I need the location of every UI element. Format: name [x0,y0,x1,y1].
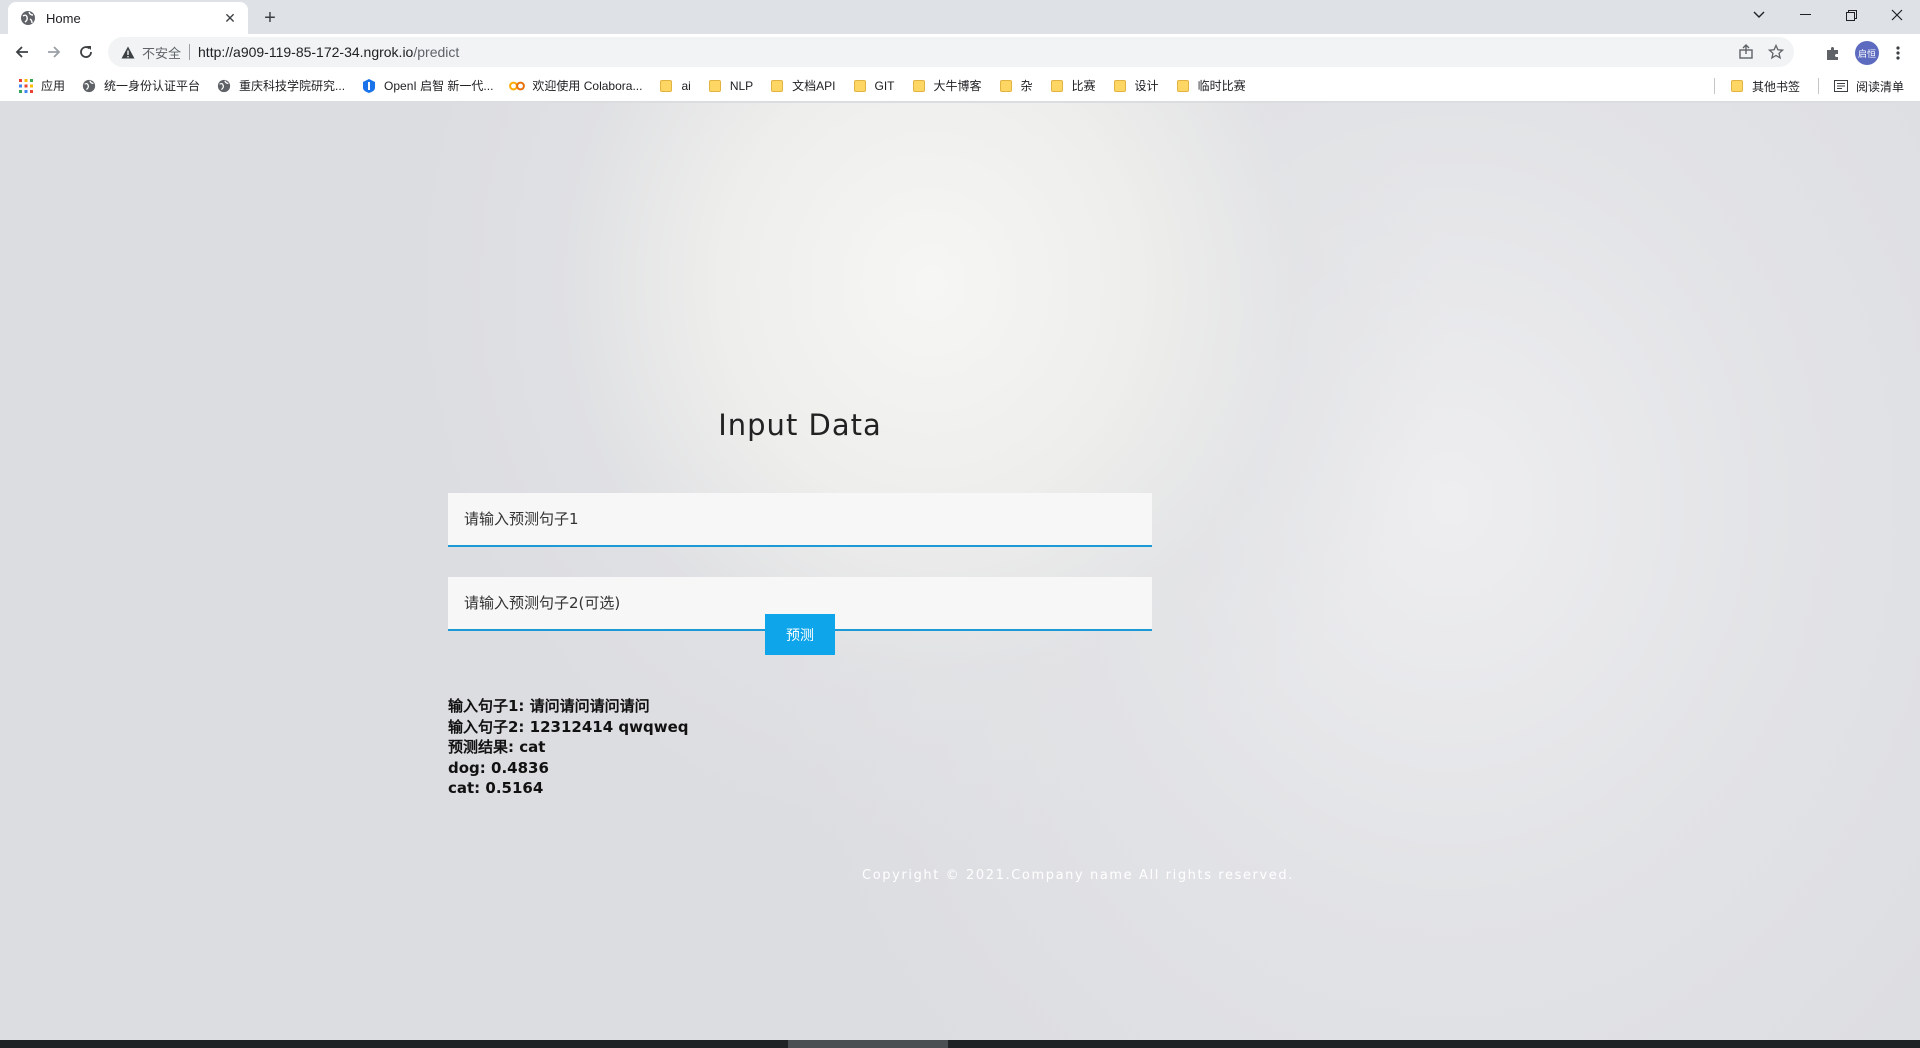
security-label[interactable]: 不安全 [142,43,181,62]
bookmark-cqust[interactable]: 重庆科技学院研究... [210,74,351,98]
bookmark-folder-temp-contests[interactable]: 临时比赛 [1169,74,1252,98]
bookmark-auth-platform[interactable]: 统一身份认证平台 [75,74,206,98]
warning-icon[interactable] [120,44,136,60]
os-taskbar [0,1040,1920,1048]
folder-icon [911,78,927,94]
bookmark-folder-blogs[interactable]: 大牛博客 [905,74,988,98]
browser-toolbar: 不安全 http://a909-119-85-172-34.ngrok.io/p… [0,34,1920,70]
reload-icon [80,46,92,58]
tab-search-icon[interactable] [1736,0,1782,30]
bookmark-divider [1817,78,1819,94]
bookmark-label: 大牛博客 [933,79,982,93]
reload-button[interactable] [72,38,100,66]
predict-button[interactable]: 预测 [765,614,835,655]
result-prediction: 预测结果: cat [448,738,546,756]
new-tab-button[interactable]: + [258,6,282,30]
result-cat-score: cat: 0.5164 [448,779,544,797]
apps-grid-icon [18,78,34,94]
bookmark-folder-contests[interactable]: 比赛 [1043,74,1102,98]
bookmark-label: GIT [874,78,895,93]
result-dog-score: dog: 0.4836 [448,758,549,777]
bookmark-label: ai [681,78,691,93]
bookmarks-bar: 应用 统一身份认证平台 重庆科技学院研究... OpenI 启智 新一代... … [0,70,1920,102]
page-title: Input Data [718,408,882,442]
bookmark-label: 重庆科技学院研究... [239,79,346,93]
bookmark-openi[interactable]: OpenI 启智 新一代... [355,74,499,98]
restore-button[interactable] [1828,0,1874,30]
bookmark-label: OpenI 启智 新一代... [384,79,494,93]
folder-icon [707,78,723,94]
star-icon[interactable] [1766,42,1786,62]
folder-icon [1112,78,1128,94]
reading-list-icon [1833,78,1849,94]
bookmark-label: NLP [729,78,754,93]
sentence1-input[interactable] [448,493,1152,547]
bookmark-label: 应用 [41,79,66,93]
result-sentence1: 输入句子1: 请问请问请问请问 [448,697,650,715]
bookmark-label: 临时比赛 [1197,79,1246,93]
bookmark-folder-misc[interactable]: 杂 [992,74,1039,98]
folder-icon [1049,78,1065,94]
forward-arrow-icon [48,46,61,58]
bookmark-folder-design[interactable]: 设计 [1106,74,1165,98]
footer-copyright: Copyright © 2021.Company name All rights… [0,868,1920,883]
browser-tab-home[interactable]: Home ✕ [8,2,248,34]
address-bar[interactable]: 不安全 http://a909-119-85-172-34.ngrok.io/p… [108,37,1794,67]
url-path: /predict [413,44,460,60]
bookmark-folder-docs-api[interactable]: 文档API [763,74,841,98]
forward-button[interactable] [40,38,68,66]
extensions-puzzle-icon[interactable] [1822,42,1844,64]
browser-tab-strip: Home ✕ + [0,0,1920,34]
profile-avatar[interactable]: 启恒 [1855,41,1879,65]
more-menu-icon[interactable] [1887,42,1909,64]
folder-icon [1729,78,1745,94]
globe-icon [81,78,97,94]
bookmark-colab[interactable]: 欢迎使用 Colabora... [503,74,648,98]
bookmark-other[interactable]: 其他书签 [1723,74,1806,98]
back-button[interactable] [8,38,36,66]
bookmark-label: 文档API [792,79,836,93]
bookmark-label: 统一身份认证平台 [104,79,201,93]
prediction-results: 输入句子1: 请问请问请问请问 输入句子2: 12312414 qwqweq 预… [448,696,688,799]
bookmark-folder-git[interactable]: GIT [846,74,901,98]
bookmark-label: 杂 [1020,79,1033,93]
openi-icon [361,78,377,94]
reading-list-button[interactable]: 阅读清单 [1827,74,1910,98]
result-sentence2: 输入句子2: 12312414 qwqweq [448,717,689,736]
bookmark-apps[interactable]: 应用 [12,74,71,98]
reading-list-label: 阅读清单 [1855,79,1904,94]
bookmark-folder-ai[interactable]: ai [652,74,696,98]
globe-icon [20,10,36,26]
globe-icon [216,78,232,94]
folder-icon [998,78,1014,94]
other-bookmarks-label: 其他书签 [1751,79,1800,94]
tab-title: Home [46,10,81,26]
bookmark-folder-nlp[interactable]: NLP [701,74,759,98]
url-host: http://a909-119-85-172-34.ngrok.io [198,44,414,60]
folder-icon [769,78,785,94]
bookmark-label: 设计 [1134,79,1159,93]
back-arrow-icon [15,46,28,58]
colab-icon [509,78,526,94]
bookmark-divider [1713,78,1715,94]
share-icon[interactable] [1736,42,1756,62]
folder-icon [658,78,674,94]
close-tab-icon[interactable]: ✕ [222,10,238,26]
folder-icon [852,78,868,94]
footer-text: Copyright © 2021.Company name All rights… [862,868,1294,883]
page-content: Input Data 预测 输入句子1: 请问请问请问请问 输入句子2: 123… [0,103,1920,1040]
bookmark-label: 欢迎使用 Colabora... [532,79,643,93]
address-separator [189,44,191,60]
minimize-button[interactable] [1782,0,1828,30]
taskbar-active-app[interactable] [788,1040,948,1048]
bookmark-label: 比赛 [1071,79,1096,93]
close-window-button[interactable] [1874,0,1920,30]
folder-icon [1175,78,1191,94]
